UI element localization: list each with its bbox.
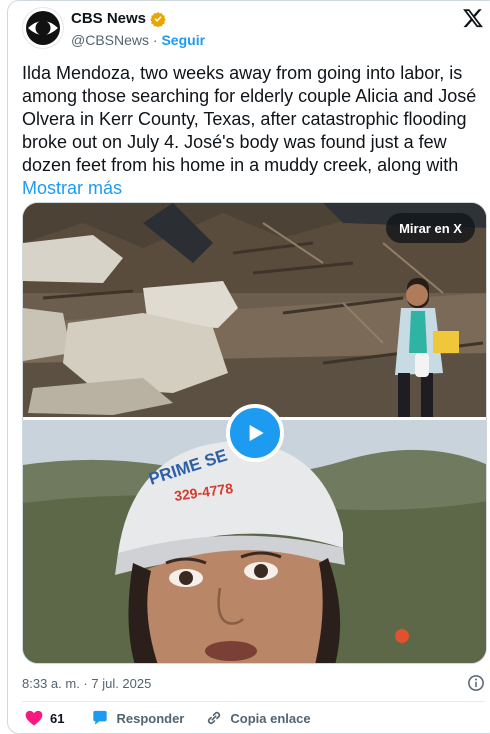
reply-label: Responder — [116, 710, 185, 726]
separator-dot: · — [152, 32, 158, 48]
tweet-text: Ilda Mendoza, two weeks away from going … — [22, 62, 484, 200]
tweet-body: Ilda Mendoza, two weeks away from going … — [22, 63, 477, 175]
like-count: 61 — [50, 710, 65, 726]
tweet-timestamp[interactable]: 8:33 a. m. · 7 jul. 2025 — [22, 676, 151, 691]
handle-row: @CBSNews · Seguir — [71, 32, 205, 48]
follow-button[interactable]: Seguir — [161, 32, 205, 48]
reply-bubble-icon — [93, 710, 108, 725]
account-name-row: CBS News — [71, 10, 166, 27]
account-handle[interactable]: @CBSNews — [71, 32, 149, 48]
account-name[interactable]: CBS News — [71, 10, 146, 27]
copy-link-button[interactable]: Copia enlace — [204, 708, 311, 728]
info-icon[interactable] — [467, 674, 485, 692]
reply-button[interactable]: Responder — [90, 708, 184, 728]
cbs-news-avatar[interactable] — [22, 7, 64, 49]
play-icon — [249, 424, 264, 442]
play-button[interactable] — [226, 404, 284, 462]
x-logo-icon[interactable] — [462, 7, 484, 29]
cbs-eye-logo-icon — [26, 11, 60, 45]
watch-on-x-button[interactable]: Mirar en X — [386, 213, 475, 243]
action-divider — [22, 701, 485, 702]
verified-badge-icon — [150, 11, 166, 27]
heart-icon — [25, 710, 43, 726]
like-button[interactable]: 61 — [24, 708, 64, 728]
show-more-link[interactable]: Mostrar más — [22, 178, 122, 198]
copy-link-label: Copia enlace — [230, 710, 311, 726]
action-bar: 61 Responder Copia enlace — [22, 708, 311, 728]
link-icon — [208, 711, 221, 725]
